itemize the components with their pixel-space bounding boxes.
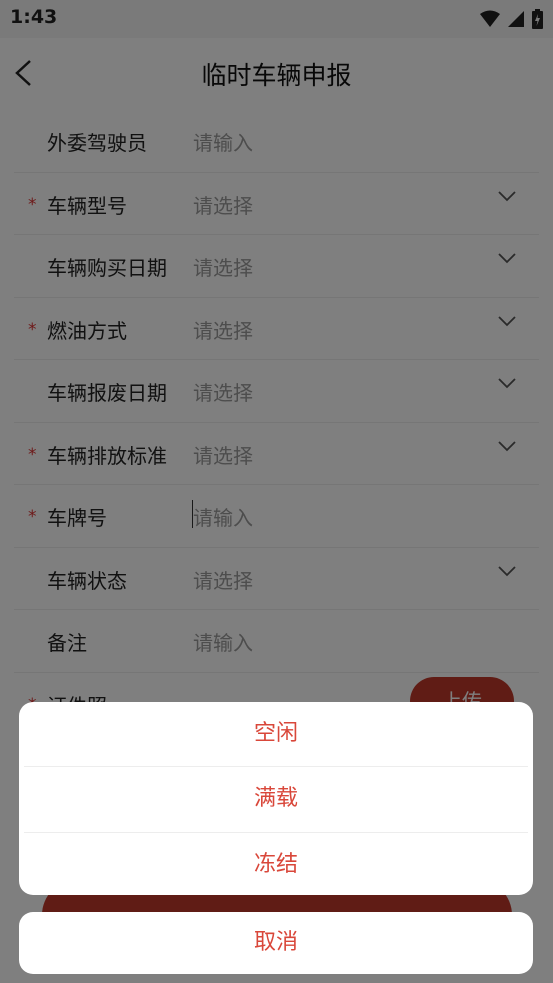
option-idle[interactable]: 空闲	[24, 702, 528, 768]
option-full-load[interactable]: 满载	[24, 767, 528, 833]
cancel-button[interactable]: 取消	[19, 912, 533, 974]
option-frozen[interactable]: 冻结	[24, 833, 528, 895]
status-action-sheet: 空闲 满载 冻结	[19, 702, 533, 895]
